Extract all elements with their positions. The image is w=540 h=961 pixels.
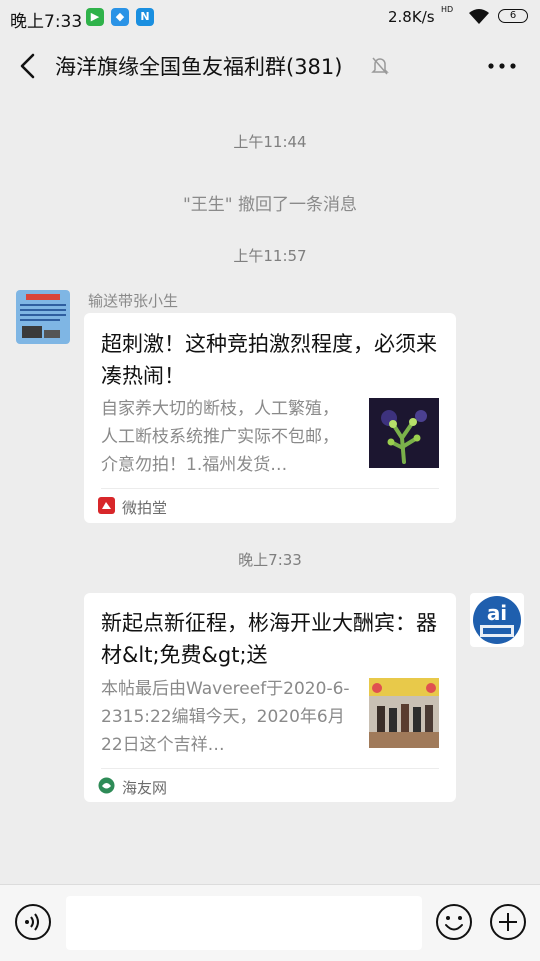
coral-thumbnail <box>369 398 439 468</box>
notes-app-icon: N <box>136 8 154 26</box>
status-time: 晚上7:33 <box>10 12 83 32</box>
card-divider <box>101 768 439 769</box>
card-title: 新起点新征程，彬海开业大酬宾：器材&lt;免费&gt;送 <box>101 611 437 667</box>
status-bar: 晚上7:33 ▶ ◆ N 2.8K/s HD 6 <box>0 0 540 34</box>
voice-input-icon[interactable] <box>14 903 52 941</box>
svg-text:ai: ai <box>487 601 507 625</box>
plus-icon[interactable] <box>489 903 527 941</box>
input-bar <box>0 884 540 961</box>
sender-name: 输送带张小生 <box>88 292 179 310</box>
sender-avatar[interactable] <box>16 290 70 344</box>
more-options-icon[interactable] <box>484 52 520 80</box>
card-description: 本帖最后由Wavereef于2020-6-2315:22编辑今天，2020年6月… <box>101 679 350 755</box>
cloud-app-icon: ◆ <box>111 8 129 26</box>
shared-link-card[interactable]: 超刺激！这种竞拍激烈程度，必须来凑热闹！ 自家养大切的断枝，人工繁殖，人工断枝系… <box>84 313 456 523</box>
iqiyi-app-icon: ▶ <box>86 8 104 26</box>
weipaitang-logo-icon <box>98 497 115 514</box>
timestamp: 上午11:44 <box>233 133 307 151</box>
mute-bell-icon <box>371 57 389 75</box>
store-opening-thumbnail <box>369 678 439 748</box>
card-source: 微拍堂 <box>122 499 168 517</box>
my-avatar[interactable]: ai <box>470 593 524 647</box>
hd-indicator: HD <box>441 5 454 14</box>
emoji-icon[interactable] <box>435 903 473 941</box>
wifi-icon <box>469 9 489 24</box>
message-input[interactable] <box>66 896 422 950</box>
shared-link-card[interactable]: 新起点新征程，彬海开业大酬宾：器材&lt;免费&gt;送 本帖最后由Wavere… <box>84 593 456 802</box>
chat-title: 海洋旗缘全国鱼友福利群(381) <box>55 55 343 79</box>
card-source: 海友网 <box>122 779 168 797</box>
card-description: 自家养大切的断枝，人工繁殖，人工断枝系统推广实际不包邮，介意勿拍！1.福州发货… <box>101 399 339 475</box>
back-arrow-icon[interactable] <box>14 50 44 82</box>
timestamp: 上午11:57 <box>233 247 307 265</box>
chat-header: 海洋旗缘全国鱼友福利群(381) <box>0 34 540 98</box>
battery-icon: 6 <box>498 9 528 23</box>
card-title: 超刺激！这种竞拍激烈程度，必须来凑热闹！ <box>101 332 437 388</box>
card-divider <box>101 488 439 489</box>
haiyou-logo-icon <box>98 777 115 794</box>
timestamp: 晚上7:33 <box>238 551 302 569</box>
recall-notice: "王生" 撤回了一条消息 <box>182 195 358 215</box>
network-speed: 2.8K/s <box>388 8 435 26</box>
